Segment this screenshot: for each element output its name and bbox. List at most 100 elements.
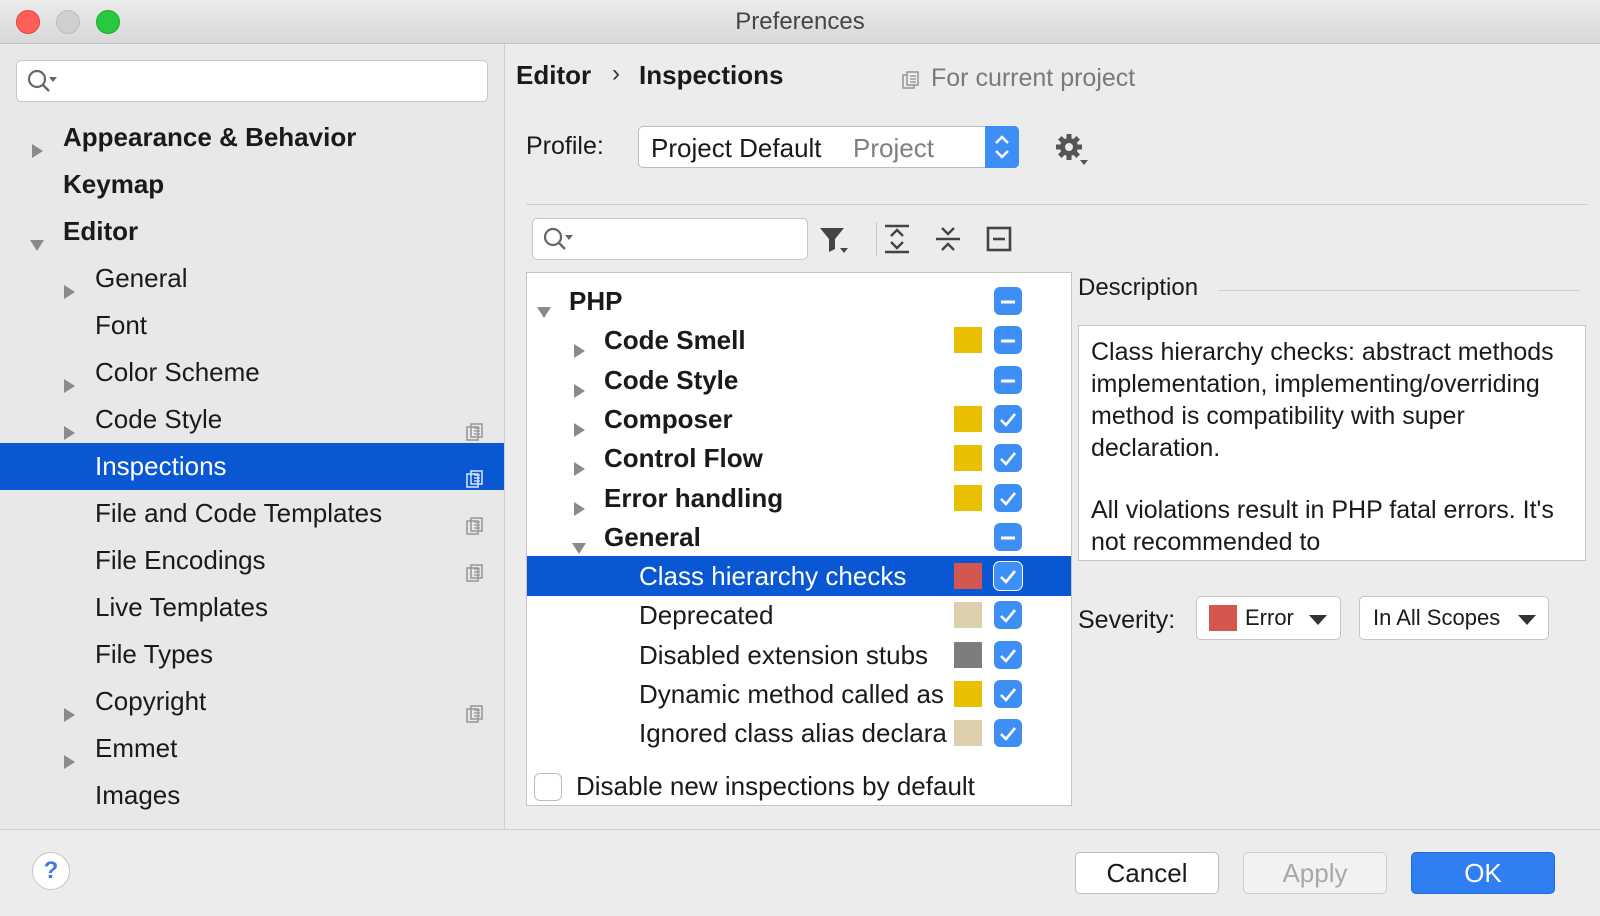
sidebar-item-appearance-behavior[interactable]: Appearance & Behavior <box>0 114 504 161</box>
project-scope-icon <box>465 551 485 582</box>
updown-chevron-icon <box>995 135 1009 159</box>
inspection-row-php[interactable]: PHP <box>527 281 1071 321</box>
project-scope-icon <box>465 457 485 488</box>
sidebar-item-copyright[interactable]: Copyright <box>0 678 504 725</box>
chevron-down-icon[interactable] <box>570 528 588 554</box>
inspection-label: Code Style <box>604 364 739 395</box>
description-divider <box>1218 290 1580 291</box>
sidebar-item-color-scheme[interactable]: Color Scheme <box>0 349 504 396</box>
chevron-down-icon <box>1518 615 1536 625</box>
chevron-down-icon[interactable] <box>535 292 553 318</box>
sidebar-item-code-style[interactable]: Code Style <box>0 396 504 443</box>
scope-dropdown[interactable]: In All Scopes <box>1359 596 1549 640</box>
inspection-row-error-handling[interactable]: Error handling <box>527 478 1071 518</box>
profile-label: Profile: <box>526 132 604 160</box>
sidebar-item-editor[interactable]: Editor <box>0 208 504 255</box>
project-scope-icon <box>465 410 485 441</box>
checked-checkbox[interactable] <box>994 640 1022 669</box>
partial-checkbox[interactable] <box>994 522 1022 551</box>
disable-new-inspections-checkbox[interactable] <box>534 773 562 801</box>
sidebar-item-live-templates[interactable]: Live Templates <box>0 584 504 631</box>
sidebar-item-file-encodings[interactable]: File Encodings <box>0 537 504 584</box>
checked-checkbox[interactable] <box>994 719 1022 748</box>
sidebar-item-label: Keymap <box>63 169 165 199</box>
inspection-row-control-flow[interactable]: Control Flow <box>527 438 1071 478</box>
help-button[interactable]: ? <box>32 852 70 890</box>
inspection-row-code-style[interactable]: Code Style <box>527 360 1071 400</box>
chevron-right-icon[interactable] <box>570 331 588 359</box>
sidebar-item-label: Color Scheme <box>95 357 260 387</box>
checked-checkbox[interactable] <box>994 483 1022 512</box>
sidebar-item-inspections[interactable]: Inspections <box>0 443 504 490</box>
chevron-right-icon[interactable] <box>28 128 46 158</box>
inspection-row-ignored-class-alias-declara[interactable]: Ignored class alias declara <box>527 713 1071 753</box>
inspection-row-disabled-extension-stubs[interactable]: Disabled extension stubs <box>527 635 1071 675</box>
sidebar-item-label: Appearance & Behavior <box>63 122 357 152</box>
checked-checkbox[interactable] <box>994 562 1022 591</box>
severity-color-swatch <box>954 602 982 629</box>
title-bar: Preferences <box>0 0 1600 44</box>
inspection-row-general[interactable]: General <box>527 517 1071 557</box>
partial-checkbox[interactable] <box>994 287 1022 315</box>
chevron-right-icon[interactable] <box>570 489 588 516</box>
project-scope-icon <box>902 71 919 89</box>
chevron-right-icon[interactable] <box>60 363 78 393</box>
sidebar-item-emmet[interactable]: Emmet <box>0 725 504 772</box>
inspections-panel: Editor › Inspections For current project… <box>506 44 1600 829</box>
divider <box>526 204 1588 205</box>
inspection-row-class-hierarchy-checks[interactable]: Class hierarchy checks <box>527 556 1071 597</box>
gear-icon[interactable] <box>1054 132 1090 168</box>
apply-button[interactable]: Apply <box>1243 852 1387 894</box>
chevron-right-icon[interactable] <box>570 371 588 398</box>
sidebar-item-label: Editor <box>63 216 139 246</box>
collapse-all-icon[interactable] <box>931 222 965 256</box>
sidebar-item-keymap[interactable]: Keymap <box>0 161 504 208</box>
sidebar-item-font[interactable]: Font <box>0 302 504 349</box>
inspection-row-code-smell[interactable]: Code Smell <box>527 320 1071 360</box>
chevron-right-icon[interactable] <box>60 739 78 769</box>
description-paragraph: All violations result in PHP fatal error… <box>1091 496 1554 556</box>
inspection-label: Class hierarchy checks <box>639 561 907 592</box>
inspection-row-deprecated[interactable]: Deprecated <box>527 595 1071 635</box>
inspection-label: Deprecated <box>639 600 774 631</box>
partial-checkbox[interactable] <box>994 365 1022 394</box>
checked-checkbox[interactable] <box>994 680 1022 708</box>
severity-color-swatch <box>954 720 982 747</box>
project-scope-icon <box>465 692 485 723</box>
ok-button[interactable]: OK <box>1411 852 1555 894</box>
severity-dropdown[interactable]: Error <box>1196 596 1341 640</box>
profile-stepper[interactable] <box>985 126 1019 168</box>
checked-checkbox[interactable] <box>994 601 1022 630</box>
preferences-window: Preferences Appearance & Behavior Keymap E… <box>0 0 1600 916</box>
inspection-label: General <box>604 521 701 552</box>
inspection-label: Control Flow <box>604 443 763 474</box>
filter-icon[interactable] <box>816 222 850 256</box>
expand-all-icon[interactable] <box>880 222 914 256</box>
inspections-search-input[interactable] <box>532 218 808 260</box>
chevron-right-icon[interactable] <box>570 410 588 437</box>
checked-checkbox[interactable] <box>994 444 1022 473</box>
sidebar-item-file-and-code-templates[interactable]: File and Code Templates <box>0 490 504 537</box>
reset-to-empty-icon[interactable] <box>982 222 1016 256</box>
chevron-right-icon[interactable] <box>60 410 78 440</box>
sidebar-item-label: Copyright <box>95 686 207 716</box>
inspections-tree: PHP Code Smell Code Style Composer Control F… <box>526 272 1072 806</box>
chevron-right-icon[interactable] <box>60 269 78 299</box>
sidebar-item-general[interactable]: General <box>0 255 504 302</box>
sidebar-item-images[interactable]: Images <box>0 772 504 819</box>
profile-value: Project Default <box>651 133 822 163</box>
inspection-row-dynamic-method-called-as[interactable]: Dynamic method called as <box>527 674 1071 714</box>
cancel-button[interactable]: Cancel <box>1075 852 1219 894</box>
breadcrumb-inspections: Inspections <box>639 60 784 90</box>
partial-checkbox[interactable] <box>994 326 1022 355</box>
breadcrumb-editor: Editor <box>516 60 592 90</box>
chevron-right-icon[interactable] <box>60 692 78 722</box>
inspection-row-composer[interactable]: Composer <box>527 399 1071 439</box>
chevron-down-icon[interactable] <box>28 222 46 251</box>
settings-search-input[interactable] <box>16 60 488 102</box>
sidebar-item-file-types[interactable]: File Types <box>0 631 504 678</box>
chevron-right-icon[interactable] <box>570 449 588 477</box>
profile-select[interactable]: Project Default Project <box>638 126 1019 168</box>
checked-checkbox[interactable] <box>994 404 1022 433</box>
breadcrumb-separator: › <box>612 60 620 87</box>
